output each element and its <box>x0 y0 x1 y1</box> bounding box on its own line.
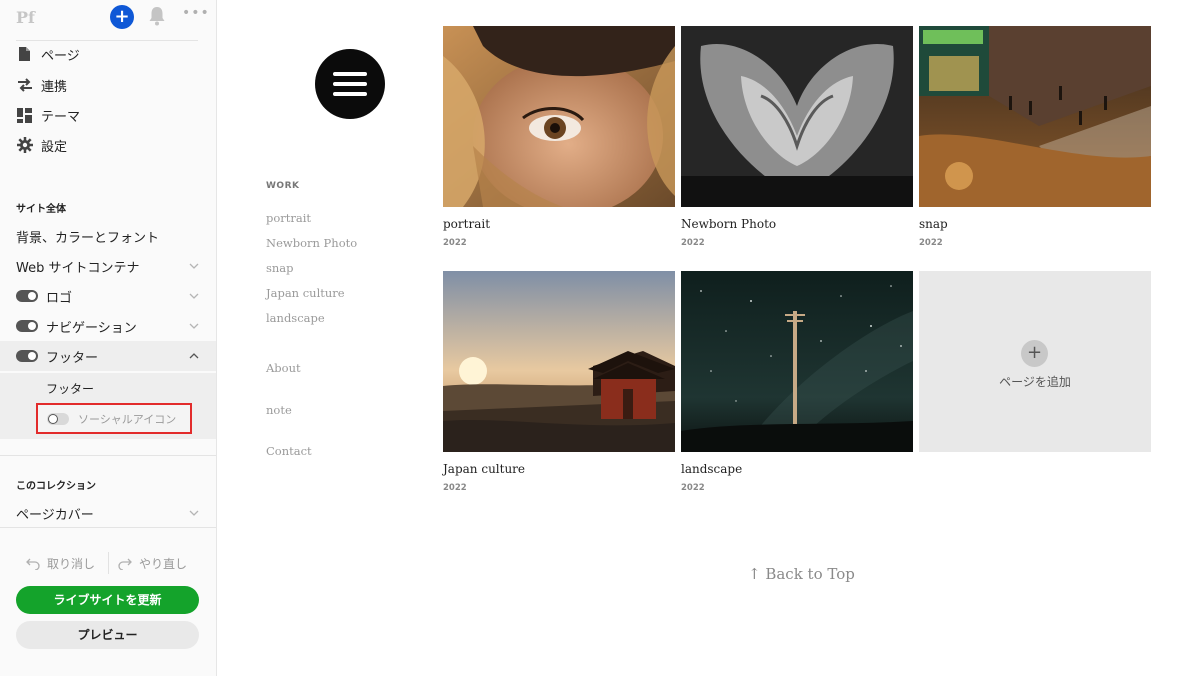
gallery-card-landscape[interactable]: landscape 2022 <box>681 271 913 493</box>
row-logo[interactable]: ロゴ <box>0 281 216 311</box>
page-icon <box>16 46 33 63</box>
divider <box>16 40 198 41</box>
menu-bar <box>333 82 367 86</box>
sidebar-topbar: Pf + ••• <box>0 0 216 40</box>
menu-item-label: 連携 <box>41 79 68 95</box>
menu-bar <box>333 72 367 76</box>
preview-button[interactable]: プレビュー <box>16 621 199 649</box>
divider <box>108 552 109 574</box>
add-page-label: ページを追加 <box>999 375 1071 389</box>
bell-icon[interactable] <box>148 5 166 27</box>
card-year: 2022 <box>443 238 467 248</box>
nav-link-about[interactable]: About <box>266 361 301 375</box>
divider <box>0 527 216 528</box>
gallery-card-japan-culture[interactable]: Japan culture 2022 <box>443 271 675 493</box>
row-label: 背景、カラーとフォント <box>16 230 160 246</box>
menu-item-integrations[interactable]: 連携 <box>16 73 67 97</box>
chevron-down-icon <box>189 323 199 329</box>
footer-sub-item[interactable]: フッター <box>46 380 94 397</box>
landscape-image <box>681 271 913 452</box>
gallery-card-newborn-photo[interactable]: Newborn Photo 2022 <box>681 26 913 248</box>
card-title: Japan culture <box>443 462 526 476</box>
collection-section-label: このコレクション <box>16 481 96 492</box>
theme-grid-icon <box>16 107 33 124</box>
update-live-site-button[interactable]: ライブサイトを更新 <box>16 586 199 614</box>
divider <box>0 455 216 456</box>
menu-item-theme[interactable]: テーマ <box>16 103 80 127</box>
chevron-up-icon <box>189 353 199 359</box>
site-menu-logo[interactable] <box>315 49 385 119</box>
navigation-toggle[interactable] <box>16 320 38 332</box>
add-page-card[interactable]: + ページを追加 <box>919 271 1151 452</box>
menu-item-label: 設定 <box>41 139 68 155</box>
plus-icon: + <box>1021 340 1048 367</box>
row-label: フッター <box>46 350 99 366</box>
undo-button[interactable]: 取り消し <box>26 555 95 572</box>
editor-sidebar: Pf + ••• ページ 連携 テーマ 設定 サイト全体 背景、カラーとフォント <box>0 0 217 676</box>
nav-link-snap[interactable]: snap <box>266 261 294 275</box>
card-year: 2022 <box>919 238 943 248</box>
redo-button[interactable]: やり直し <box>118 555 187 572</box>
chevron-down-icon <box>189 510 199 516</box>
nav-link-contact[interactable]: Contact <box>266 444 312 458</box>
site-section-label: サイト全体 <box>16 204 66 215</box>
menu-item-settings[interactable]: 設定 <box>16 133 67 157</box>
logo-toggle[interactable] <box>16 290 38 302</box>
portfolio-logo[interactable]: Pf <box>16 8 35 27</box>
card-title: snap <box>919 217 948 231</box>
row-label: ナビゲーション <box>46 320 137 336</box>
row-label: ロゴ <box>46 290 73 306</box>
nav-link-landscape[interactable]: landscape <box>266 311 325 325</box>
row-background-colors-fonts[interactable]: 背景、カラーとフォント <box>0 221 216 251</box>
newborn-photo-image <box>681 26 913 207</box>
more-options-icon[interactable]: ••• <box>182 5 210 21</box>
menu-bar <box>333 92 367 96</box>
nav-link-newborn-photo[interactable]: Newborn Photo <box>266 236 357 250</box>
snap-image <box>919 26 1151 207</box>
arrows-icon <box>16 77 33 94</box>
card-year: 2022 <box>681 483 705 493</box>
gallery-card-portrait[interactable]: portrait 2022 <box>443 26 675 248</box>
menu-item-label: ページ <box>41 48 80 64</box>
row-footer[interactable]: フッター <box>0 341 216 371</box>
card-title: landscape <box>681 462 743 476</box>
row-label: ページカバー <box>16 507 94 523</box>
row-website-container[interactable]: Web サイトコンテナ <box>0 251 216 281</box>
back-to-top-link[interactable]: ↑ Back to Top <box>748 565 855 583</box>
history-controls: 取り消し やり直し <box>0 552 216 576</box>
card-title: portrait <box>443 217 491 231</box>
redo-icon <box>118 558 132 570</box>
social-icons-row[interactable]: ソーシャルアイコン <box>36 403 192 434</box>
gear-icon <box>16 137 33 154</box>
row-navigation[interactable]: ナビゲーション <box>0 311 216 341</box>
menu-item-label: テーマ <box>41 109 81 125</box>
social-icons-toggle[interactable] <box>47 412 69 425</box>
japan-culture-image <box>443 271 675 452</box>
undo-label: 取り消し <box>47 557 96 571</box>
menu-item-pages[interactable]: ページ <box>16 42 80 66</box>
social-icons-label: ソーシャルアイコン <box>78 412 177 426</box>
chevron-down-icon <box>189 293 199 299</box>
row-page-cover[interactable]: ページカバー <box>0 498 216 528</box>
undo-icon <box>26 558 40 570</box>
redo-label: やり直し <box>139 557 188 571</box>
portrait-image <box>443 26 675 207</box>
card-title: Newborn Photo <box>681 217 777 231</box>
add-button[interactable]: + <box>110 5 134 29</box>
card-year: 2022 <box>681 238 705 248</box>
nav-link-note[interactable]: note <box>266 403 292 417</box>
nav-link-portrait[interactable]: portrait <box>266 211 311 225</box>
nav-link-japan-culture[interactable]: Japan culture <box>266 286 345 300</box>
footer-toggle[interactable] <box>16 350 38 362</box>
site-preview: WORK portrait Newborn Photo snap Japan c… <box>218 0 1200 676</box>
gallery-card-snap[interactable]: snap 2022 <box>919 26 1151 248</box>
chevron-down-icon <box>189 263 199 269</box>
row-label: Web サイトコンテナ <box>16 260 140 276</box>
work-nav-label: WORK <box>266 181 300 191</box>
card-year: 2022 <box>443 483 467 493</box>
